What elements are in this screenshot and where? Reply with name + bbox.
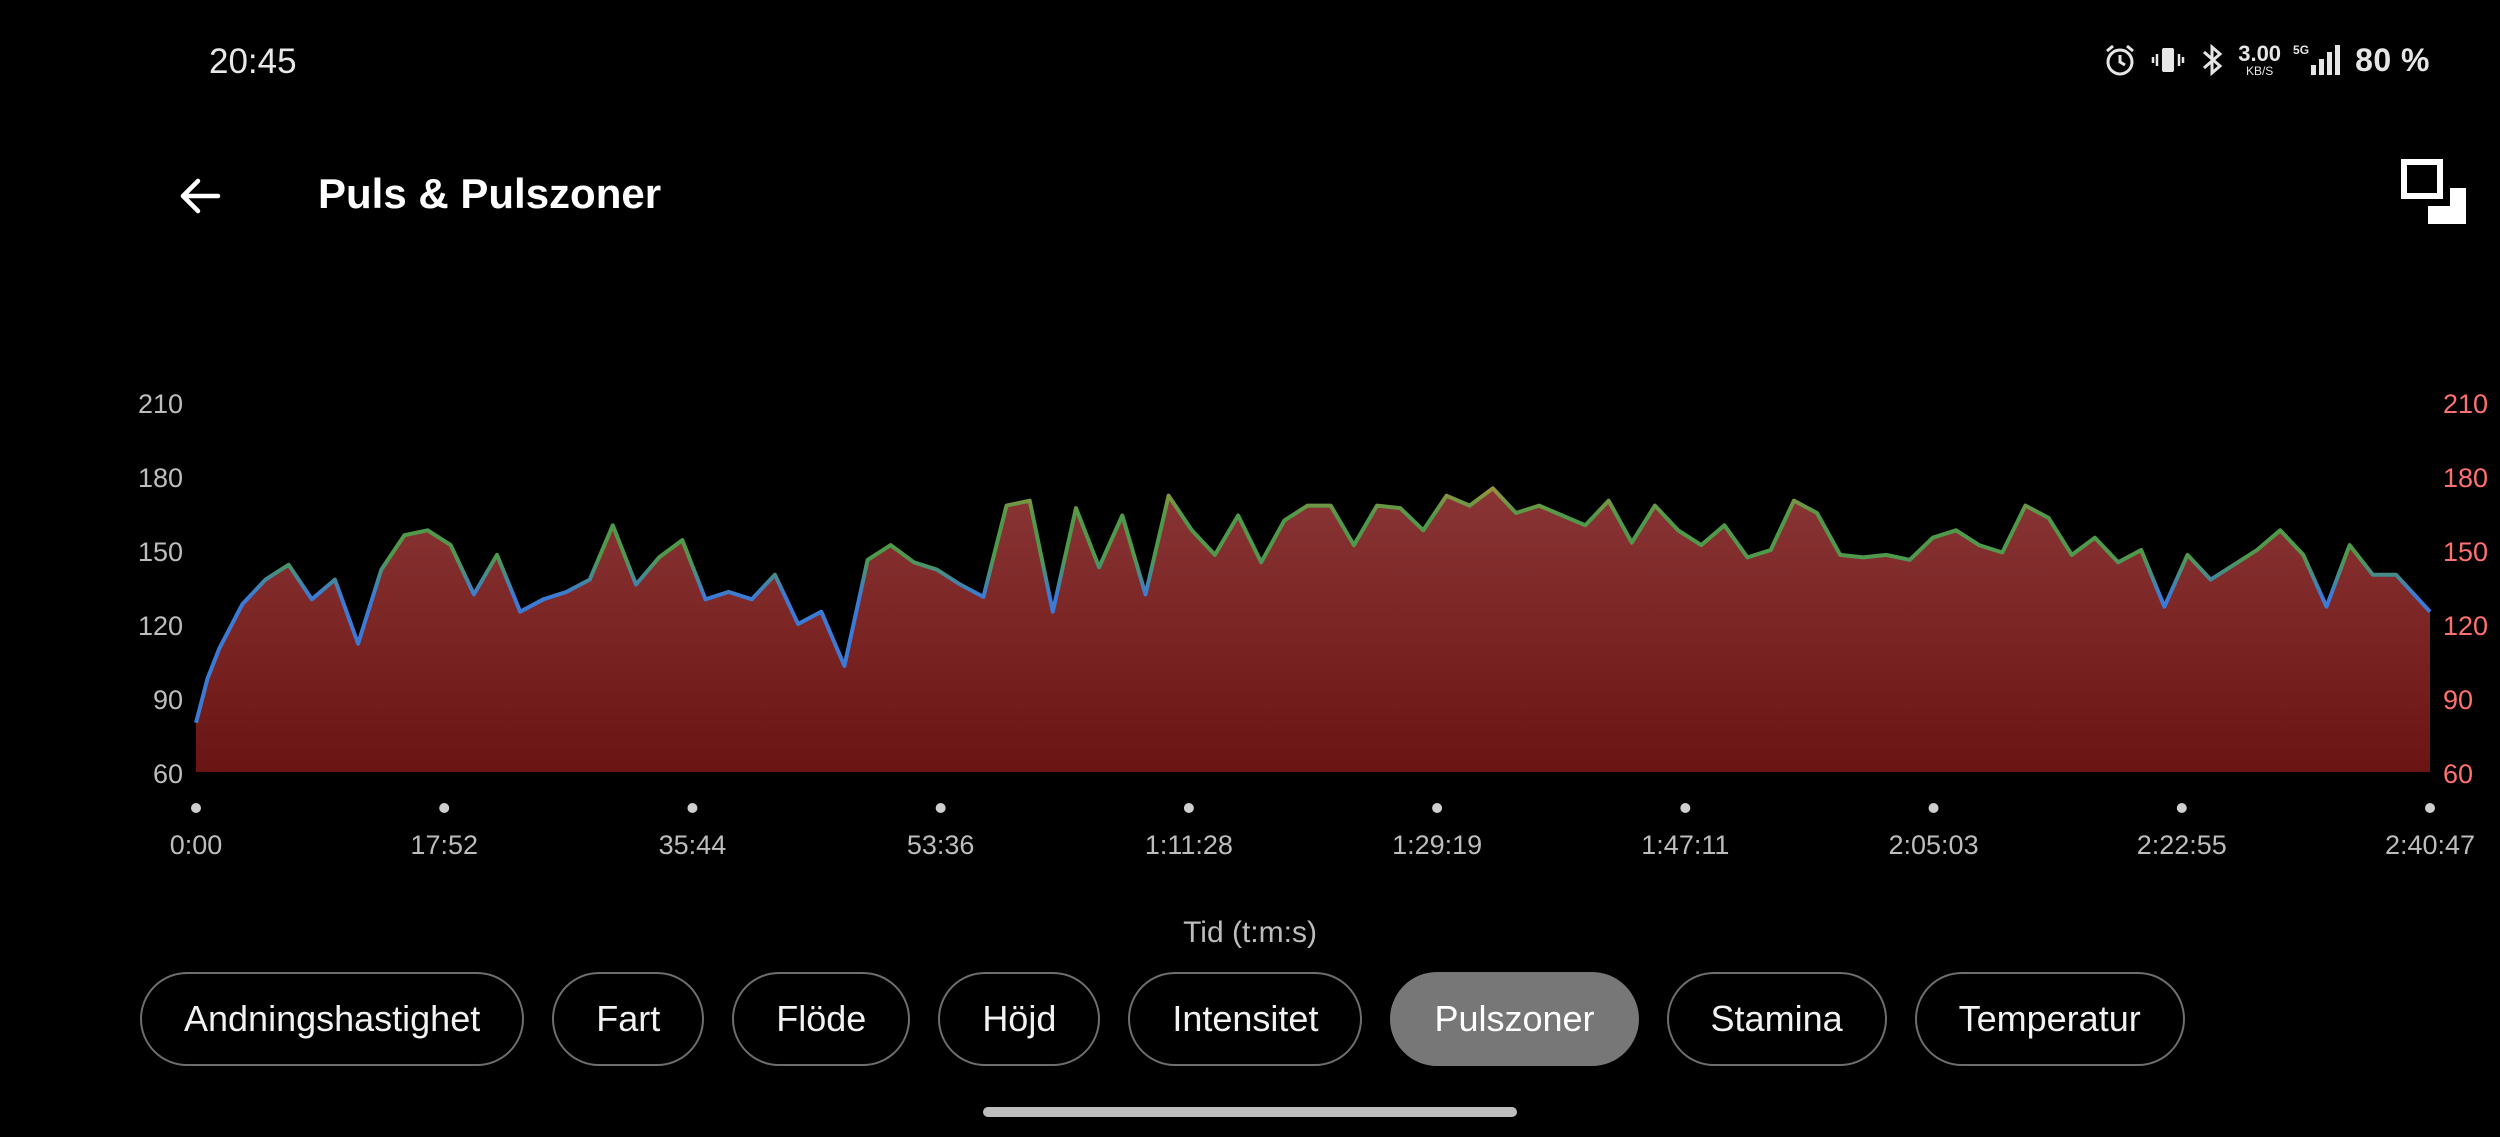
- heart-rate-chart: 210 210 180 180 150 150 120 120 90 90 60 60 0:00 17:5…: [138, 389, 2488, 949]
- filter-chip-intensitet[interactable]: Intensitet: [1128, 972, 1363, 1066]
- app-bar: Puls & Pulszoner: [0, 140, 2500, 240]
- x-tick-label: 2:40:47: [2385, 830, 2475, 860]
- y-tick-label-left: 150: [138, 537, 183, 567]
- filter-chip-fart[interactable]: Fart: [552, 972, 705, 1066]
- filter-chip-temperatur[interactable]: Temperatur: [1914, 972, 2185, 1066]
- rotate-screen-button[interactable]: [2400, 158, 2470, 228]
- x-tick-dot: [1680, 803, 1691, 813]
- x-tick-label: 17:52: [410, 830, 478, 860]
- filter-chip-höjd[interactable]: Höjd: [938, 972, 1101, 1066]
- arrow-left-icon: [180, 178, 221, 214]
- x-tick-label: 35:44: [659, 830, 727, 860]
- x-tick-dot: [2176, 803, 2187, 813]
- x-tick-dot: [687, 803, 698, 813]
- y-tick-label-right: 90: [2443, 685, 2473, 715]
- y-tick-label-left: 120: [138, 611, 183, 641]
- alarm-icon: [2102, 42, 2138, 78]
- x-tick-dot: [2425, 803, 2435, 813]
- filter-chip-pulszoner[interactable]: Pulszoner: [1390, 972, 1639, 1066]
- net-speed: 3.00 KB/S: [2238, 41, 2282, 78]
- y-tick-label-right: 120: [2443, 611, 2488, 641]
- y-tick-label-left: 90: [153, 685, 183, 715]
- y-tick-label-right: 180: [2443, 463, 2488, 493]
- y-tick-label-right: 150: [2443, 537, 2488, 567]
- x-tick-label: 1:11:28: [1145, 830, 1233, 860]
- back-button[interactable]: [170, 166, 230, 226]
- x-tick-label: 1:47:11: [1641, 830, 1729, 860]
- heart-rate-area: [196, 488, 2430, 772]
- status-time: 20:45: [209, 42, 297, 81]
- x-tick-label: 0:00: [170, 830, 223, 860]
- home-indicator[interactable]: [983, 1107, 1517, 1117]
- x-tick-label: 53:36: [907, 830, 975, 860]
- metric-filter-chips: Andningshastighet Fart Flöde Höjd Intensitet…: [140, 972, 2185, 1066]
- filter-chip-andningshastighet[interactable]: Andningshastighet: [140, 972, 525, 1066]
- signal-icon: 5G: [2293, 43, 2343, 77]
- y-tick-label-right: 210: [2443, 389, 2488, 419]
- page-title: Puls & Pulszoner: [318, 170, 662, 217]
- y-tick-label-right: 60: [2443, 759, 2473, 789]
- x-tick-label: 2:05:03: [1889, 830, 1979, 860]
- x-tick-dot: [439, 803, 450, 813]
- y-tick-label-left: 180: [138, 463, 183, 493]
- y-tick-label-left: 210: [138, 389, 183, 419]
- x-tick-dot: [935, 803, 946, 813]
- x-tick-dot: [1183, 803, 1194, 813]
- status-icons: 3.00 KB/S 5G 80 %: [2102, 40, 2430, 80]
- x-axis-title: Tid (t:m:s): [1183, 916, 1317, 949]
- vibrate-icon: [2150, 42, 2186, 78]
- x-tick-dot: [1928, 803, 1939, 813]
- x-tick-dot: [1432, 803, 1443, 813]
- screen-rotate-icon: [2401, 159, 2466, 224]
- battery-level: 80 %: [2355, 41, 2430, 78]
- filter-chip-flöde[interactable]: Flöde: [732, 972, 911, 1066]
- x-tick-label: 2:22:55: [2137, 830, 2227, 860]
- x-tick-label: 1:29:19: [1392, 830, 1482, 860]
- status-bar: 20:45 3.00 KB/S 5G 80 %: [0, 0, 2500, 125]
- x-tick-dot: [191, 803, 201, 813]
- bluetooth-icon: [2198, 42, 2226, 78]
- y-tick-label-left: 60: [153, 759, 183, 789]
- filter-chip-stamina[interactable]: Stamina: [1666, 972, 1887, 1066]
